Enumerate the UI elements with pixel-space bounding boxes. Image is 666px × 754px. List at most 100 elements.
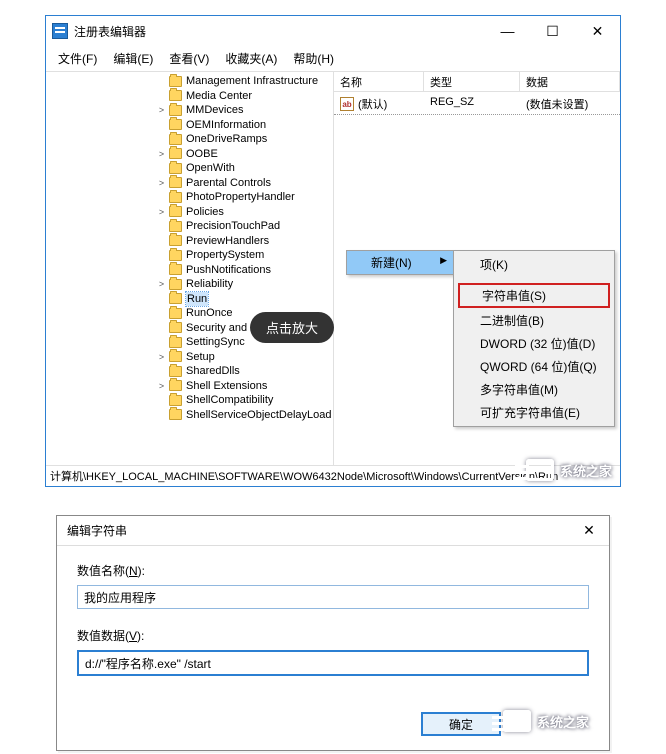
menu-edit[interactable]: 编辑(E) — [105, 48, 161, 69]
col-type[interactable]: 类型 — [424, 72, 520, 91]
expand-icon[interactable] — [156, 293, 167, 304]
expand-icon[interactable]: > — [156, 177, 167, 188]
expand-icon[interactable] — [156, 192, 167, 203]
menu-new[interactable]: 新建(N) ▶ — [347, 251, 453, 274]
tree-item[interactable]: Management Infrastructure — [46, 74, 333, 89]
tree-item[interactable]: > MMDevices — [46, 103, 333, 118]
col-data[interactable]: 数据 — [520, 72, 620, 91]
folder-icon — [169, 163, 182, 174]
tree-item[interactable]: ShellCompatibility — [46, 393, 333, 408]
tree-item-label: PropertySystem — [186, 248, 264, 262]
tree-pane[interactable]: Management InfrastructureMedia Center > MM… — [46, 72, 334, 465]
data-label: 数值数据(V): — [77, 627, 589, 644]
folder-icon — [169, 308, 182, 319]
tree-item-label: MMDevices — [186, 103, 243, 117]
tree-item[interactable]: PhotoPropertyHandler — [46, 190, 333, 205]
ok-button[interactable]: 确定 — [421, 712, 501, 736]
menu-favorites[interactable]: 收藏夹(A) — [217, 48, 285, 69]
list-row[interactable]: ab (默认) REG_SZ (数值未设置) — [334, 94, 620, 115]
watermark-logo-icon — [526, 459, 554, 481]
watermark-logo-icon — [503, 710, 531, 732]
col-name[interactable]: 名称 — [334, 72, 424, 91]
menu-view[interactable]: 查看(V) — [161, 48, 217, 69]
tree-item[interactable]: PreviewHandlers — [46, 234, 333, 249]
name-field[interactable] — [77, 585, 589, 609]
tree-item[interactable]: OpenWith — [46, 161, 333, 176]
expand-icon[interactable] — [156, 308, 167, 319]
tree-item[interactable]: >Parental Controls — [46, 176, 333, 191]
tree-item-label: SettingSync — [186, 335, 245, 349]
expand-icon[interactable]: > — [156, 351, 167, 362]
expand-icon[interactable]: > — [156, 105, 167, 116]
tree-item[interactable]: ShellServiceObjectDelayLoad — [46, 408, 333, 423]
tree-item-label: OpenWith — [186, 161, 235, 175]
menu-expandstring-value[interactable]: 可扩充字符串值(E) — [456, 401, 612, 424]
folder-icon — [169, 90, 182, 101]
tree-item[interactable]: Run — [46, 292, 333, 307]
tree-item-label: OEMInformation — [186, 118, 266, 132]
expand-icon[interactable] — [156, 264, 167, 275]
watermark: 系统之家 — [503, 710, 589, 732]
tree-item-label: SharedDlls — [186, 364, 240, 378]
folder-icon — [169, 264, 182, 275]
expand-icon[interactable] — [156, 90, 167, 101]
menu-multistring-value[interactable]: 多字符串值(M) — [456, 378, 612, 401]
menu-help[interactable]: 帮助(H) — [285, 48, 342, 69]
folder-icon — [169, 351, 182, 362]
close-button[interactable]: ✕ — [575, 16, 620, 46]
tree-item-label: Media Center — [186, 89, 252, 103]
expand-icon[interactable] — [156, 221, 167, 232]
expand-icon[interactable]: > — [156, 206, 167, 217]
folder-icon — [169, 119, 182, 130]
tree-item[interactable]: PropertySystem — [46, 248, 333, 263]
menu-key[interactable]: 项(K) — [456, 253, 612, 276]
tree-item-label: Management Infrastructure — [186, 74, 318, 88]
expand-icon[interactable] — [156, 250, 167, 261]
expand-icon[interactable]: > — [156, 279, 167, 290]
menubar: 文件(F) 编辑(E) 查看(V) 收藏夹(A) 帮助(H) — [46, 46, 620, 72]
registry-tree: Management InfrastructureMedia Center > MM… — [46, 74, 333, 422]
expand-icon[interactable] — [156, 395, 167, 406]
tree-item[interactable]: OneDriveRamps — [46, 132, 333, 147]
folder-icon — [169, 337, 182, 348]
folder-icon — [169, 409, 182, 420]
tree-item[interactable]: SharedDlls — [46, 364, 333, 379]
tree-item[interactable]: >Reliability — [46, 277, 333, 292]
menu-string-value[interactable]: 字符串值(S) — [458, 283, 610, 308]
tree-item[interactable]: OEMInformation — [46, 118, 333, 133]
menu-file[interactable]: 文件(F) — [50, 48, 105, 69]
expand-icon[interactable] — [156, 119, 167, 130]
menu-binary-value[interactable]: 二进制值(B) — [456, 309, 612, 332]
minimize-button[interactable]: — — [485, 16, 530, 46]
tree-item[interactable]: >Setup — [46, 350, 333, 365]
data-field[interactable] — [77, 650, 589, 676]
folder-icon — [169, 148, 182, 159]
tree-item[interactable]: PrecisionTouchPad — [46, 219, 333, 234]
expand-icon[interactable]: > — [156, 380, 167, 391]
tree-item[interactable]: PushNotifications — [46, 263, 333, 278]
expand-icon[interactable] — [156, 76, 167, 87]
window-title: 注册表编辑器 — [74, 23, 485, 40]
expand-icon[interactable] — [156, 235, 167, 246]
expand-icon[interactable]: > — [156, 148, 167, 159]
maximize-button[interactable]: ☐ — [530, 16, 575, 46]
expand-icon[interactable] — [156, 134, 167, 145]
expand-icon[interactable] — [156, 337, 167, 348]
dialog-title: 编辑字符串 — [67, 522, 569, 539]
tree-item-label: PrecisionTouchPad — [186, 219, 280, 233]
tree-item[interactable]: >Policies — [46, 205, 333, 220]
tree-item-label: PhotoPropertyHandler — [186, 190, 295, 204]
expand-icon[interactable] — [156, 366, 167, 377]
string-value-icon: ab — [340, 97, 354, 111]
expand-icon[interactable] — [156, 409, 167, 420]
tree-item[interactable]: Media Center — [46, 89, 333, 104]
menu-dword-value[interactable]: DWORD (32 位)值(D) — [456, 332, 612, 355]
tree-item[interactable]: >OOBE — [46, 147, 333, 162]
tree-item-label: RunOnce — [186, 306, 232, 320]
expand-icon[interactable] — [156, 322, 167, 333]
submenu-arrow-icon: ▶ — [440, 255, 447, 266]
expand-icon[interactable] — [156, 163, 167, 174]
dialog-close-button[interactable]: ✕ — [569, 522, 609, 539]
menu-qword-value[interactable]: QWORD (64 位)值(Q) — [456, 355, 612, 378]
tree-item[interactable]: >Shell Extensions — [46, 379, 333, 394]
